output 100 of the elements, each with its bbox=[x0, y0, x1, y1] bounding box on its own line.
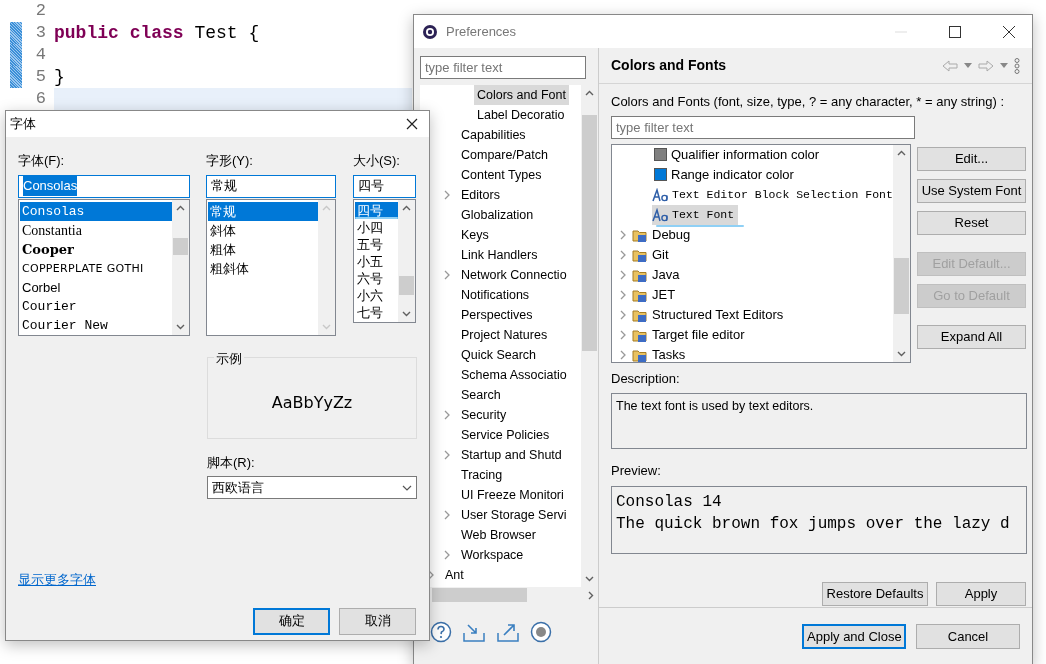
scrollbar[interactable] bbox=[398, 199, 415, 322]
scroll-thumb[interactable] bbox=[173, 237, 188, 255]
tree-item[interactable]: Security bbox=[458, 405, 510, 425]
tree-item[interactable]: Git bbox=[652, 244, 673, 265]
list-item[interactable]: 小五 bbox=[355, 252, 398, 270]
close-icon[interactable] bbox=[1000, 23, 1018, 40]
dialog-button[interactable]: 取消 bbox=[339, 607, 416, 635]
tree-item[interactable]: Qualifier information color bbox=[671, 144, 824, 165]
tree-item[interactable]: Compare/Patch bbox=[458, 145, 551, 165]
scroll-thumb[interactable] bbox=[894, 257, 909, 314]
help-icon[interactable] bbox=[430, 621, 452, 643]
scroll-down-icon[interactable] bbox=[897, 350, 906, 357]
tree-item[interactable]: Notifications bbox=[458, 285, 533, 305]
list-item[interactable]: Courier New bbox=[20, 315, 172, 335]
scroll-down-icon[interactable] bbox=[402, 310, 411, 317]
expand-chevron-icon[interactable] bbox=[618, 348, 628, 361]
tree-item[interactable]: Ant bbox=[442, 565, 467, 585]
tree-item[interactable]: Debug bbox=[652, 224, 695, 245]
dropdown-caret-icon[interactable] bbox=[964, 63, 972, 68]
scroll-thumb[interactable] bbox=[399, 275, 414, 295]
close-icon[interactable] bbox=[406, 118, 418, 130]
tree-item[interactable]: Structured Text Editors bbox=[652, 304, 788, 325]
dialog-button[interactable]: Apply and Close bbox=[802, 624, 906, 649]
scroll-down-icon[interactable] bbox=[176, 323, 185, 330]
tree-item[interactable]: Java bbox=[652, 264, 684, 285]
back-arrow-icon[interactable] bbox=[942, 59, 958, 72]
tree-item[interactable]: Colors and Font bbox=[474, 85, 569, 105]
list-item[interactable]: 常规 bbox=[208, 201, 318, 221]
list-item[interactable]: 四号 bbox=[355, 201, 398, 219]
list-item[interactable]: 五号 bbox=[355, 235, 398, 253]
tree-item[interactable]: Network Connectio bbox=[458, 265, 570, 285]
filter-field[interactable]: type filter text bbox=[611, 115, 915, 139]
font-field[interactable]: 四号 bbox=[353, 174, 416, 198]
list-item[interactable]: Consolas bbox=[20, 201, 172, 221]
expand-chevron-icon[interactable] bbox=[618, 328, 628, 341]
scroll-up-icon[interactable] bbox=[176, 204, 185, 211]
expand-chevron-icon[interactable] bbox=[442, 409, 452, 421]
tree-item[interactable]: User Storage Servi bbox=[458, 505, 570, 525]
expand-chevron-icon[interactable] bbox=[618, 308, 628, 321]
expand-chevron-icon[interactable] bbox=[442, 269, 452, 281]
export-icon[interactable] bbox=[496, 621, 520, 643]
tree-item[interactable]: Editors bbox=[458, 185, 503, 205]
font-field[interactable]: 常规 bbox=[206, 174, 336, 198]
list-item[interactable]: COPPERPLATE GOTHI bbox=[20, 258, 172, 278]
expand-chevron-icon[interactable] bbox=[618, 268, 628, 281]
scroll-up-icon[interactable] bbox=[585, 90, 594, 96]
side-button[interactable]: Use System Font bbox=[917, 178, 1026, 203]
expand-chevron-icon[interactable] bbox=[442, 189, 452, 201]
tree-item[interactable]: Link Handlers bbox=[458, 245, 541, 265]
tree-item[interactable]: Range indicator color bbox=[671, 164, 798, 185]
expand-chevron-icon[interactable] bbox=[442, 509, 452, 521]
scrollbar[interactable] bbox=[172, 199, 189, 335]
page-button[interactable]: Restore Defaults bbox=[822, 581, 928, 606]
expand-chevron-icon[interactable] bbox=[618, 288, 628, 301]
list-item[interactable]: 小六 bbox=[355, 286, 398, 304]
tree-item[interactable]: Tasks bbox=[652, 344, 690, 365]
expand-chevron-icon[interactable] bbox=[618, 228, 628, 241]
tree-item[interactable]: Text Editor Block Selection Font bbox=[672, 185, 897, 204]
filter-field[interactable]: type filter text bbox=[420, 56, 586, 79]
tree-item[interactable]: Startup and Shutd bbox=[458, 445, 565, 465]
tree-item[interactable]: Capabilities bbox=[458, 125, 529, 145]
list-item[interactable]: 斜体 bbox=[208, 220, 318, 240]
expand-chevron-icon[interactable] bbox=[442, 549, 452, 561]
forward-arrow-icon[interactable] bbox=[978, 59, 994, 72]
tree-item[interactable]: Content Types bbox=[458, 165, 545, 185]
list-item[interactable]: 粗体 bbox=[208, 239, 318, 259]
tree-item[interactable]: UI Freeze Monitori bbox=[458, 485, 567, 505]
dropdown-caret-icon[interactable] bbox=[1000, 63, 1008, 68]
menu-icon[interactable] bbox=[1014, 57, 1020, 74]
scroll-up-icon[interactable] bbox=[897, 149, 906, 156]
expand-chevron-icon[interactable] bbox=[618, 248, 628, 261]
list-item[interactable]: 七号 bbox=[355, 303, 398, 321]
list-item[interactable]: Courier bbox=[20, 296, 172, 316]
tree-item[interactable]: Search bbox=[458, 385, 504, 405]
list-item[interactable]: Cooper bbox=[20, 239, 172, 259]
tree-item[interactable]: Web Browser bbox=[458, 525, 539, 545]
scrollbar[interactable] bbox=[893, 144, 910, 362]
tree-item[interactable]: Label Decoratio bbox=[474, 105, 568, 125]
scroll-thumb[interactable] bbox=[582, 115, 597, 351]
tree-item[interactable]: Workspace bbox=[458, 545, 527, 565]
list-item[interactable]: 小四 bbox=[355, 218, 398, 236]
record-icon[interactable] bbox=[530, 621, 552, 643]
tree-item[interactable]: JET bbox=[652, 284, 680, 305]
page-button[interactable]: Apply bbox=[936, 581, 1026, 606]
side-button[interactable]: Reset bbox=[917, 210, 1026, 235]
tree-item[interactable]: Perspectives bbox=[458, 305, 536, 325]
dialog-button[interactable]: Cancel bbox=[916, 624, 1020, 649]
tree-item[interactable]: Keys bbox=[458, 225, 492, 245]
maximize-icon[interactable] bbox=[946, 23, 964, 40]
list-item[interactable]: 六号 bbox=[355, 269, 398, 287]
tree-item[interactable]: Tracing bbox=[458, 465, 506, 485]
tree-item[interactable]: Target file editor bbox=[652, 324, 749, 345]
tree-item[interactable]: Globalization bbox=[458, 205, 537, 225]
tree-item[interactable]: Quick Search bbox=[458, 345, 540, 365]
tree-item[interactable]: Project Natures bbox=[458, 325, 551, 345]
list-item[interactable]: Constantia bbox=[20, 220, 172, 240]
tree-item[interactable]: Schema Associatio bbox=[458, 365, 570, 385]
side-button[interactable]: Edit... bbox=[917, 146, 1026, 171]
dialog-button[interactable]: 确定 bbox=[253, 607, 330, 635]
expand-chevron-icon[interactable] bbox=[442, 449, 452, 461]
